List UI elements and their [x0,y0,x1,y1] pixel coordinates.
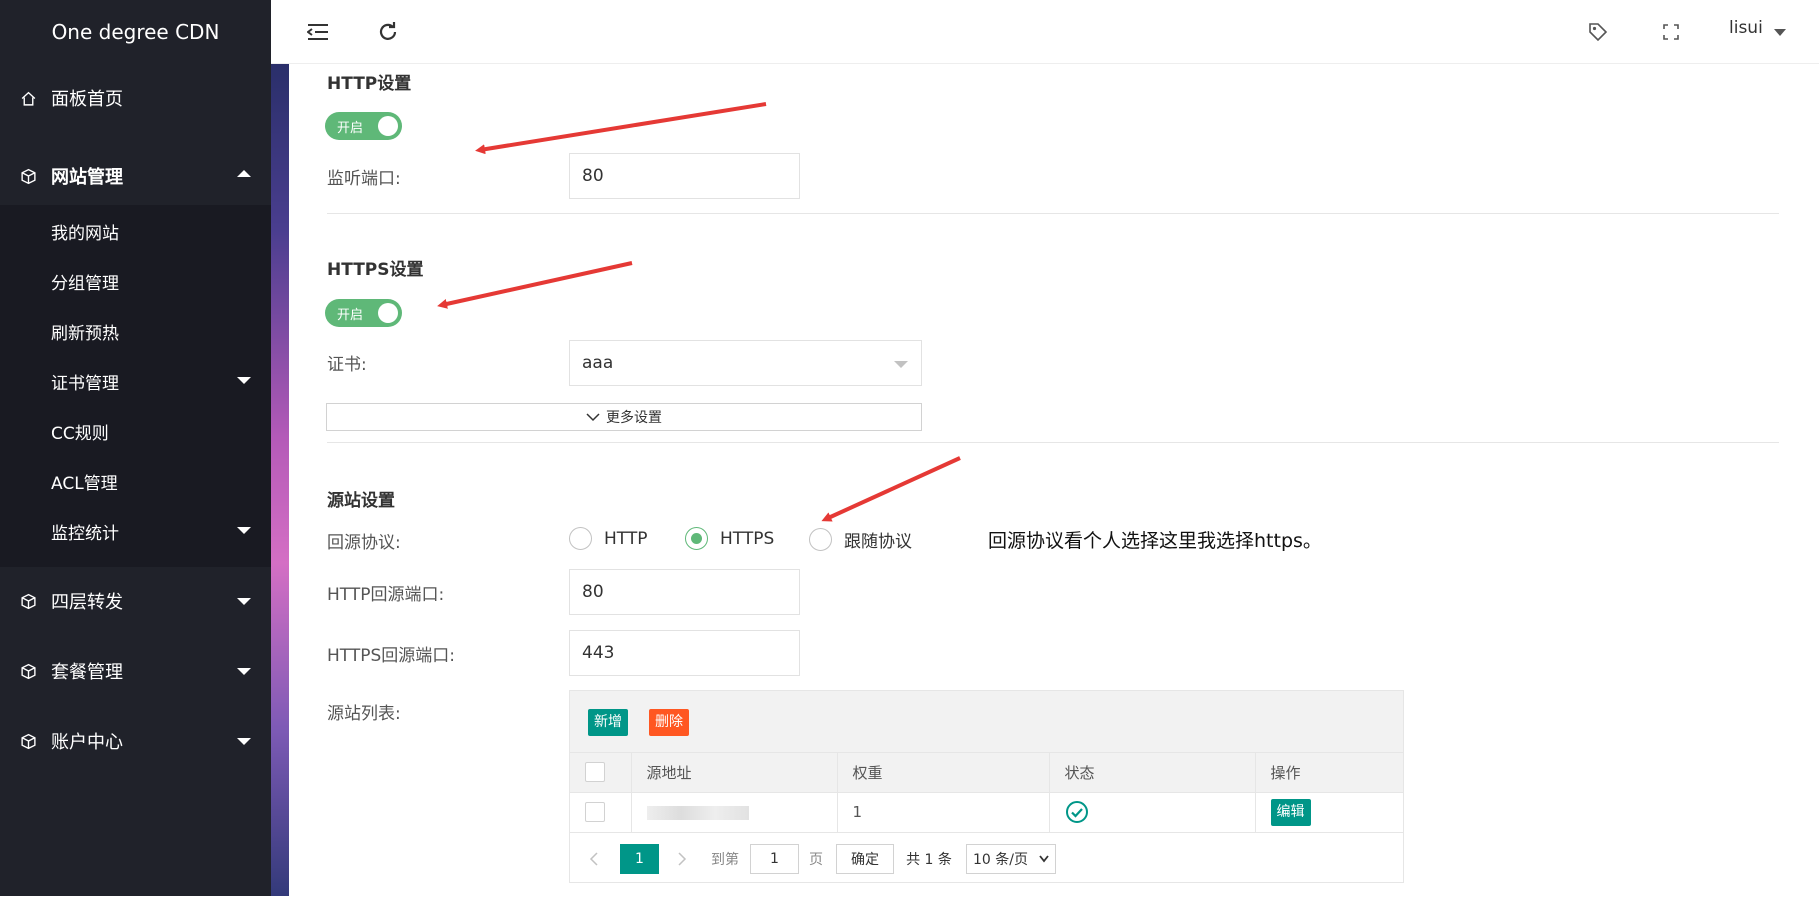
arrow-http [475,102,767,155]
annotation-arrows [437,102,961,522]
arrow-https [437,261,633,309]
arrow-protocol [821,456,961,522]
